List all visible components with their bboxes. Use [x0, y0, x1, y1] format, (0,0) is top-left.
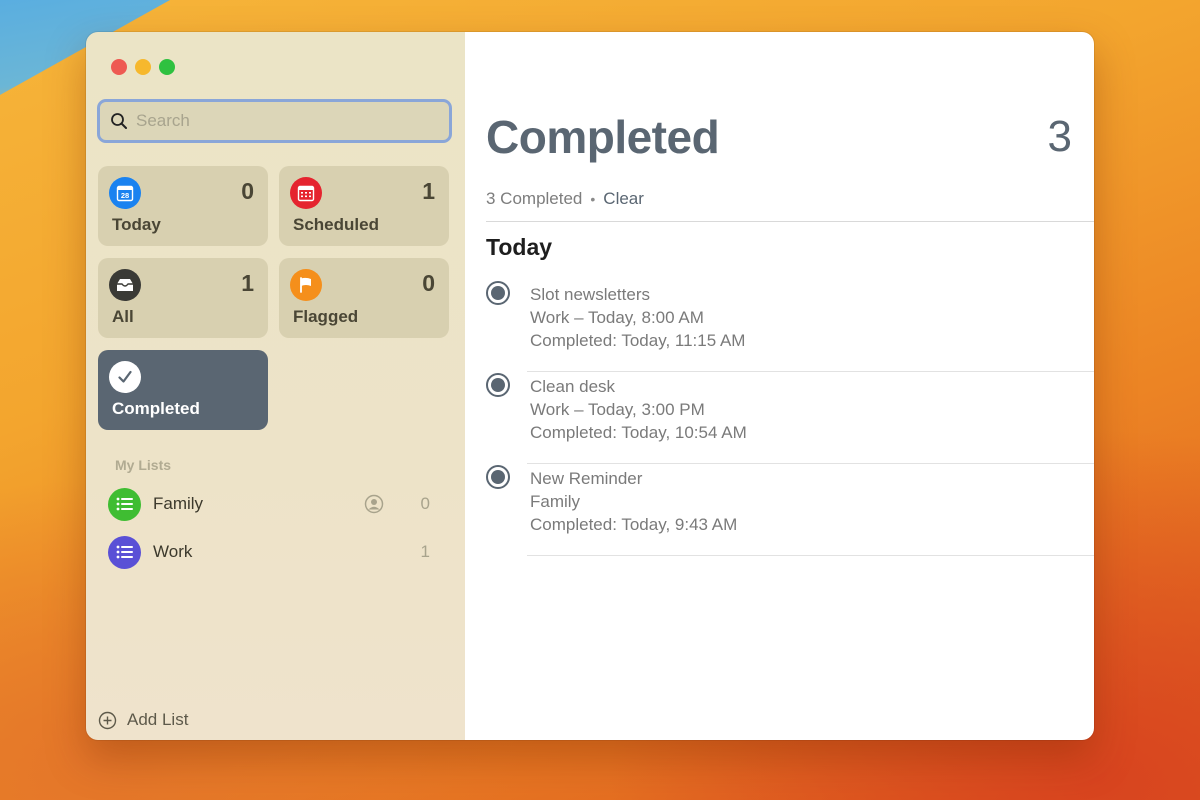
- completed-checkbox[interactable]: [486, 281, 510, 305]
- reminder-item[interactable]: Slot newsletters Work – Today, 8:00 AM C…: [486, 280, 1094, 372]
- completed-label: Completed: [112, 399, 200, 418]
- shared-person-icon: [364, 494, 384, 514]
- list-name: Work: [153, 542, 193, 561]
- maximize-window-button[interactable]: [159, 59, 175, 75]
- reminder-title[interactable]: New Reminder: [530, 467, 737, 490]
- list-name: Family: [153, 494, 204, 513]
- close-window-button[interactable]: [111, 59, 127, 75]
- smart-list-completed[interactable]: Completed: [98, 350, 268, 430]
- my-lists-header: My Lists: [115, 457, 172, 473]
- completed-checkbox[interactable]: [486, 465, 510, 489]
- smart-list-all[interactable]: 1 All: [98, 258, 268, 338]
- row-separator: [527, 555, 1094, 556]
- completed-checkbox[interactable]: [486, 373, 510, 397]
- smart-list-flagged[interactable]: 0 Flagged: [279, 258, 449, 338]
- reminder-detail: Work – Today, 3:00 PM: [530, 400, 705, 419]
- add-list-button[interactable]: Add List: [98, 710, 188, 730]
- reminder-completed-time: Completed: Today, 11:15 AM: [530, 331, 746, 350]
- plus-circle-icon: [98, 711, 117, 729]
- list-item-family[interactable]: Family 0: [108, 484, 448, 524]
- reminder-completed-time: Completed: Today, 10:54 AM: [530, 423, 747, 442]
- today-label: Today: [112, 215, 161, 234]
- list-bullet-icon: [108, 535, 141, 569]
- all-label: All: [112, 307, 134, 326]
- today-count: 0: [241, 178, 254, 204]
- separator-dot: •: [590, 191, 596, 207]
- reminder-item[interactable]: Clean desk Work – Today, 3:00 PM Complet…: [486, 372, 1094, 464]
- checkmark-icon: [109, 361, 141, 393]
- flagged-count: 0: [422, 270, 435, 296]
- calendar-icon: [290, 177, 322, 209]
- main-content: Completed 3 3 Completed • Clear Today Sl…: [465, 32, 1094, 740]
- section-title-today: Today: [486, 234, 553, 260]
- smart-lists: 28 0 Today 1 Scheduled 1 All 0 Flagged C…: [98, 166, 450, 430]
- search-input[interactable]: [136, 111, 436, 131]
- scheduled-label: Scheduled: [293, 215, 379, 234]
- reminder-text: Slot newsletters Work – Today, 8:00 AM C…: [530, 283, 745, 352]
- page-title: Completed: [486, 111, 720, 163]
- flagged-label: Flagged: [293, 307, 359, 326]
- search-field[interactable]: [97, 99, 452, 143]
- scheduled-count: 1: [422, 178, 435, 204]
- all-count: 1: [241, 270, 254, 296]
- reminder-list: Slot newsletters Work – Today, 8:00 AM C…: [486, 280, 1094, 556]
- add-list-label: Add List: [127, 710, 189, 729]
- smart-list-today[interactable]: 28 0 Today: [98, 166, 268, 246]
- reminder-detail: Family: [530, 492, 581, 511]
- window-controls: [111, 59, 175, 75]
- completed-summary-text: 3 Completed: [486, 189, 583, 208]
- divider: [486, 221, 1094, 222]
- reminder-completed-time: Completed: Today, 9:43 AM: [530, 515, 738, 534]
- minimize-window-button[interactable]: [135, 59, 151, 75]
- reminder-text: Clean desk Work – Today, 3:00 PM Complet…: [530, 375, 747, 444]
- list-item-work[interactable]: Work 1: [108, 532, 448, 572]
- flag-icon: [290, 269, 322, 301]
- list-bullet-icon: [108, 487, 141, 521]
- svg-text:28: 28: [121, 191, 129, 200]
- reminder-detail: Work – Today, 8:00 AM: [530, 308, 704, 327]
- reminder-text: New Reminder Family Completed: Today, 9:…: [530, 467, 737, 536]
- list-count: 1: [420, 542, 430, 561]
- reminder-title[interactable]: Slot newsletters: [530, 283, 745, 306]
- reminders-window: 28 0 Today 1: [86, 32, 1094, 740]
- list-count: 0: [420, 494, 430, 513]
- completed-summary: 3 Completed • Clear: [486, 189, 644, 209]
- search-icon: [111, 113, 127, 129]
- tray-icon: [109, 269, 141, 301]
- calendar-today-icon: 28: [109, 177, 141, 209]
- smart-list-scheduled[interactable]: 1 Scheduled: [279, 166, 449, 246]
- sidebar: 28 0 Today 1: [86, 32, 465, 740]
- reminder-title[interactable]: Clean desk: [530, 375, 747, 398]
- reminder-item[interactable]: New Reminder Family Completed: Today, 9:…: [486, 464, 1094, 556]
- completed-total-count: 3: [1047, 112, 1072, 161]
- clear-button[interactable]: Clear: [603, 189, 644, 209]
